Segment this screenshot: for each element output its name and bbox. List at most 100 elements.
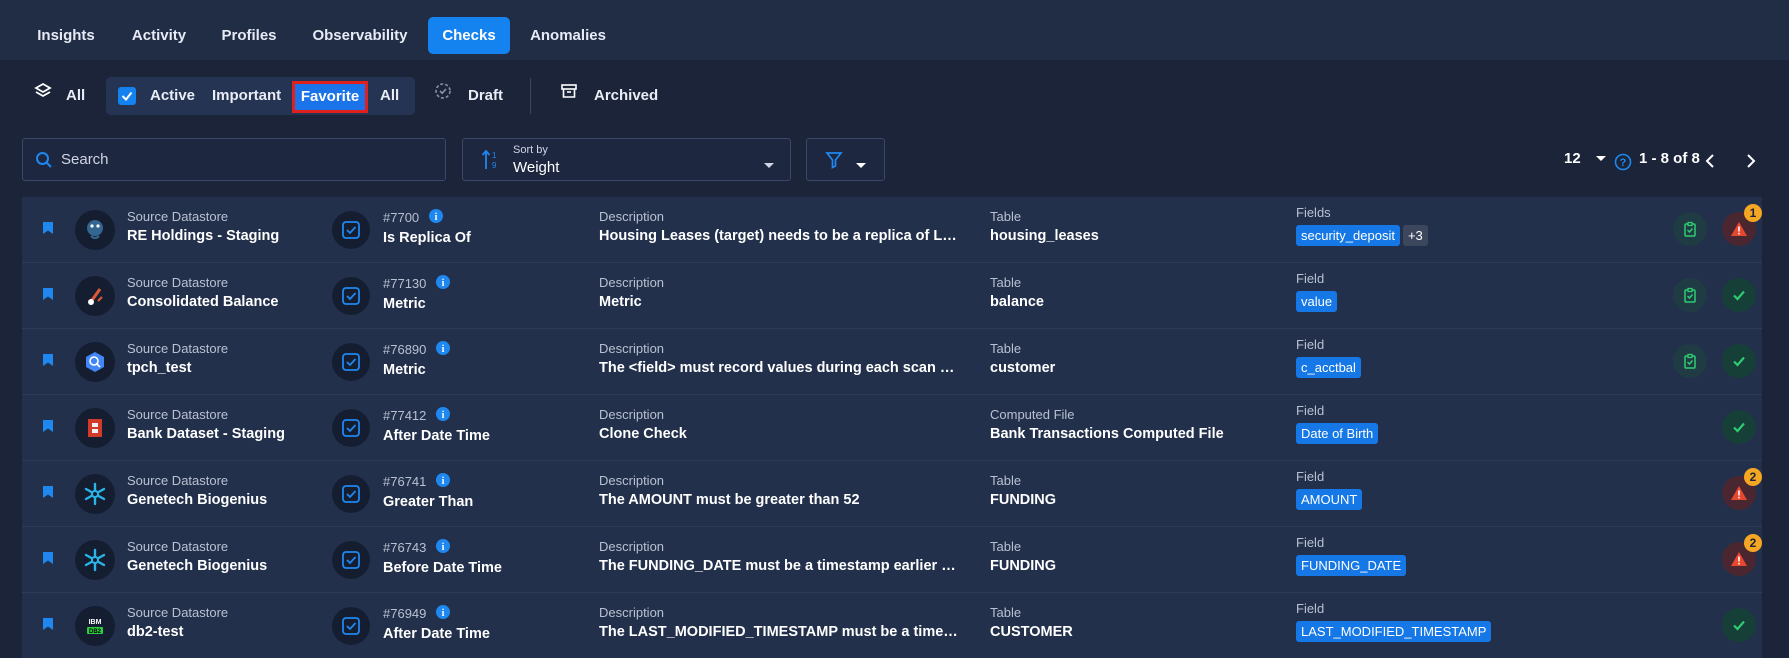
datastore-name[interactable]: Bank Dataset - Staging xyxy=(127,426,327,442)
table-label: Computed File xyxy=(990,407,1075,422)
field-label: Field xyxy=(1296,271,1325,286)
info-icon[interactable]: i xyxy=(436,539,451,556)
check-row[interactable]: Source Datastore Genetech Biogenius #76743… xyxy=(22,527,1762,593)
field-tag[interactable]: c_acctbal xyxy=(1296,357,1361,378)
filter-button[interactable] xyxy=(806,138,885,181)
help-icon[interactable]: ? xyxy=(1614,153,1632,176)
tab-insights[interactable]: Insights xyxy=(28,17,104,54)
bookmark-icon[interactable] xyxy=(42,221,54,240)
datastore-label: Source Datastore xyxy=(127,407,229,422)
table-name[interactable]: customer xyxy=(990,360,1280,376)
database-icon xyxy=(75,276,115,316)
clipboard-check-icon[interactable] xyxy=(1673,278,1707,312)
anomaly-count-badge: 2 xyxy=(1744,534,1762,552)
archive-icon xyxy=(560,78,580,114)
check-id: #76743 xyxy=(383,540,427,555)
svg-text:IBM: IBM xyxy=(89,619,102,626)
clipboard-check-icon[interactable] xyxy=(1673,344,1707,378)
datastore-name[interactable]: Genetech Biogenius xyxy=(127,492,327,508)
db2-icon: IBM DB2 xyxy=(75,606,115,646)
anomaly-warning-icon[interactable]: 2 xyxy=(1722,534,1762,576)
datastore-name[interactable]: tpch_test xyxy=(127,360,327,376)
bookmark-icon[interactable] xyxy=(42,617,54,636)
filter-draft-label: Draft xyxy=(468,87,504,104)
page-size-select[interactable]: 12 xyxy=(1564,150,1607,167)
filter-draft[interactable]: Draft xyxy=(434,78,503,114)
check-icon xyxy=(332,277,370,315)
check-row[interactable]: Source Datastore RE Holdings - Staging #77… xyxy=(22,197,1762,263)
filter-active[interactable]: Active xyxy=(118,78,195,114)
tab-profiles[interactable]: Profiles xyxy=(213,17,285,54)
info-icon[interactable]: i xyxy=(436,407,451,424)
check-id: #77130 xyxy=(383,276,427,291)
field-tag[interactable]: Date of Birth xyxy=(1296,423,1379,444)
check-id: #76890 xyxy=(383,342,427,357)
datastore-name[interactable]: Consolidated Balance xyxy=(127,294,327,310)
check-row[interactable]: Source Datastore Bank Dataset - Staging #7… xyxy=(22,395,1762,461)
field-tag[interactable]: security_deposit xyxy=(1296,225,1400,246)
check-row[interactable]: Source Datastore tpch_test #76890 i Metric De… xyxy=(22,329,1762,395)
tab-checks[interactable]: Checks xyxy=(428,17,510,54)
check-id: #77412 xyxy=(383,408,427,423)
filter-all[interactable]: All xyxy=(34,78,85,114)
datastore-label: Source Datastore xyxy=(127,209,229,224)
datastore-label: Source Datastore xyxy=(127,605,229,620)
field-tag[interactable]: LAST_MODIFIED_TIMESTAMP xyxy=(1296,621,1492,642)
description-label: Description xyxy=(599,407,665,422)
datastore-name[interactable]: db2-test xyxy=(127,624,327,640)
field-label: Fields xyxy=(1296,205,1331,220)
snowflake-icon xyxy=(75,540,115,580)
filter-all-active[interactable]: All xyxy=(380,78,399,114)
table-name[interactable]: FUNDING xyxy=(990,492,1280,508)
svg-text:i: i xyxy=(442,410,445,421)
chevron-left-icon[interactable] xyxy=(1703,153,1717,174)
table-name[interactable]: Bank Transactions Computed File xyxy=(990,426,1280,442)
sort-select[interactable]: 19 Sort by Weight xyxy=(462,138,791,181)
sort-value: Weight xyxy=(513,159,560,176)
table-name[interactable]: balance xyxy=(990,294,1280,310)
check-row[interactable]: IBM DB2 Source Datastore db2-test #76949 i Aft… xyxy=(22,593,1762,658)
search-input[interactable]: Search xyxy=(22,138,446,181)
tab-activity[interactable]: Activity xyxy=(121,17,197,54)
bookmark-icon[interactable] xyxy=(42,419,54,438)
field-tag[interactable]: FUNDING_DATE xyxy=(1296,555,1407,576)
filter-important[interactable]: Important xyxy=(212,78,281,114)
datastore-name[interactable]: RE Holdings - Staging xyxy=(127,228,327,244)
table-name[interactable]: housing_leases xyxy=(990,228,1280,244)
filter-favorite[interactable]: Favorite xyxy=(292,81,368,113)
check-description: The <field> must record values during ea… xyxy=(599,360,959,376)
chevron-right-icon[interactable] xyxy=(1744,153,1758,174)
info-icon[interactable]: i xyxy=(429,209,444,226)
check-row[interactable]: Source Datastore Consolidated Balance #771… xyxy=(22,263,1762,329)
bookmark-icon[interactable] xyxy=(42,551,54,570)
info-icon[interactable]: i xyxy=(436,473,451,490)
bookmark-icon[interactable] xyxy=(42,353,54,372)
description-label: Description xyxy=(599,605,665,620)
table-name[interactable]: CUSTOMER xyxy=(990,624,1280,640)
tab-observability[interactable]: Observability xyxy=(304,17,416,54)
field-tag[interactable]: AMOUNT xyxy=(1296,489,1363,510)
check-id: #7700 xyxy=(383,210,420,225)
clipboard-check-icon[interactable] xyxy=(1673,212,1707,246)
info-icon[interactable]: i xyxy=(436,341,451,358)
bookmark-icon[interactable] xyxy=(42,485,54,504)
datastore-name[interactable]: Genetech Biogenius xyxy=(127,558,327,574)
field-tag[interactable]: value xyxy=(1296,291,1338,312)
check-id: #76741 xyxy=(383,474,427,489)
more-fields-tag[interactable]: +3 xyxy=(1402,225,1428,246)
chevron-down-icon xyxy=(1595,150,1607,167)
tab-anomalies[interactable]: Anomalies xyxy=(522,17,614,54)
check-icon xyxy=(332,211,370,249)
check-row[interactable]: Source Datastore Genetech Biogenius #76741… xyxy=(22,461,1762,527)
anomaly-warning-icon[interactable]: 1 xyxy=(1722,204,1762,246)
info-icon[interactable]: i xyxy=(436,275,451,292)
check-description: Clone Check xyxy=(599,426,687,442)
table-name[interactable]: FUNDING xyxy=(990,558,1280,574)
check-icon xyxy=(332,409,370,447)
filter-archived[interactable]: Archived xyxy=(560,78,658,114)
svg-text:i: i xyxy=(442,278,445,289)
anomaly-warning-icon[interactable]: 2 xyxy=(1722,468,1762,510)
bookmark-icon[interactable] xyxy=(42,287,54,306)
description-label: Description xyxy=(599,275,665,290)
info-icon[interactable]: i xyxy=(436,605,451,622)
